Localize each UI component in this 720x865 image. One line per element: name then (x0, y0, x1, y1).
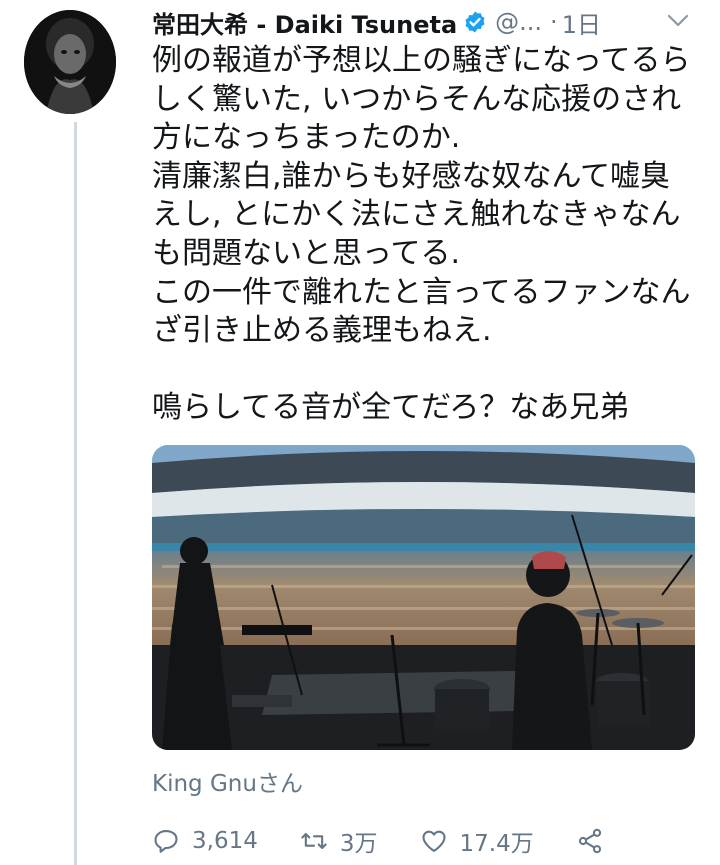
retweet-button[interactable]: 3万 (300, 824, 378, 858)
tweet-line: 方になっちまったのか. (152, 120, 461, 156)
timestamp[interactable]: 1日 (562, 5, 601, 40)
reply-button[interactable]: 3,614 (152, 827, 258, 855)
tweet-line: えし, とにかく法にさえ触れなきゃなん (152, 197, 681, 233)
avatar[interactable] (24, 10, 116, 114)
share-button[interactable] (576, 827, 616, 855)
user-handle[interactable]: @... (495, 8, 542, 36)
separator-dot: · (550, 8, 558, 36)
tweet-line: 例の報道が予想以上の騒ぎになってるら (152, 43, 691, 78)
share-icon (578, 828, 601, 854)
tweet-header: 常田大希 - Daiki Tsuneta @... · 1日 (152, 2, 712, 42)
tweet-line-blank (152, 351, 702, 390)
retweet-count: 3万 (339, 831, 378, 857)
retweet-icon (301, 832, 327, 850)
like-icon (421, 830, 446, 852)
tweet-line: 鳴らしてる音が全てだろ？なあ兄弟 (152, 390, 630, 426)
chevron-down-icon[interactable] (666, 8, 690, 32)
avatar-photo (24, 10, 116, 114)
reply-count: 3,614 (192, 828, 258, 854)
tweet-line: この一件で離れたと言ってるファンなん (152, 274, 691, 310)
stadium-concert-photo (152, 445, 695, 750)
tweet-photo[interactable] (152, 445, 695, 750)
tweet-line: 清廉潔白,誰からも好感な奴なんて嘘臭 (152, 158, 671, 194)
verified-badge-icon (463, 10, 487, 34)
tweet-line: ざ引き止める義理もねえ. (152, 313, 492, 349)
like-button[interactable]: 17.4万 (420, 824, 534, 858)
tweet-line: も問題ないと思ってる. (152, 235, 461, 271)
reply-icon (154, 830, 178, 853)
tweet-text: 例の報道が予想以上の騒ぎになってるら しく驚いた, いつからそんな応援のされ 方… (152, 42, 702, 428)
like-count: 17.4万 (459, 831, 534, 857)
tagged-user[interactable]: King Gnuさん (152, 764, 303, 798)
thread-line (74, 122, 77, 865)
display-name[interactable]: 常田大希 - Daiki Tsuneta (152, 5, 457, 40)
tweet-line: しく驚いた, いつからそんな応援のされ (152, 81, 682, 117)
tweet-actions: 3,614 3万 17.4万 (152, 818, 712, 864)
